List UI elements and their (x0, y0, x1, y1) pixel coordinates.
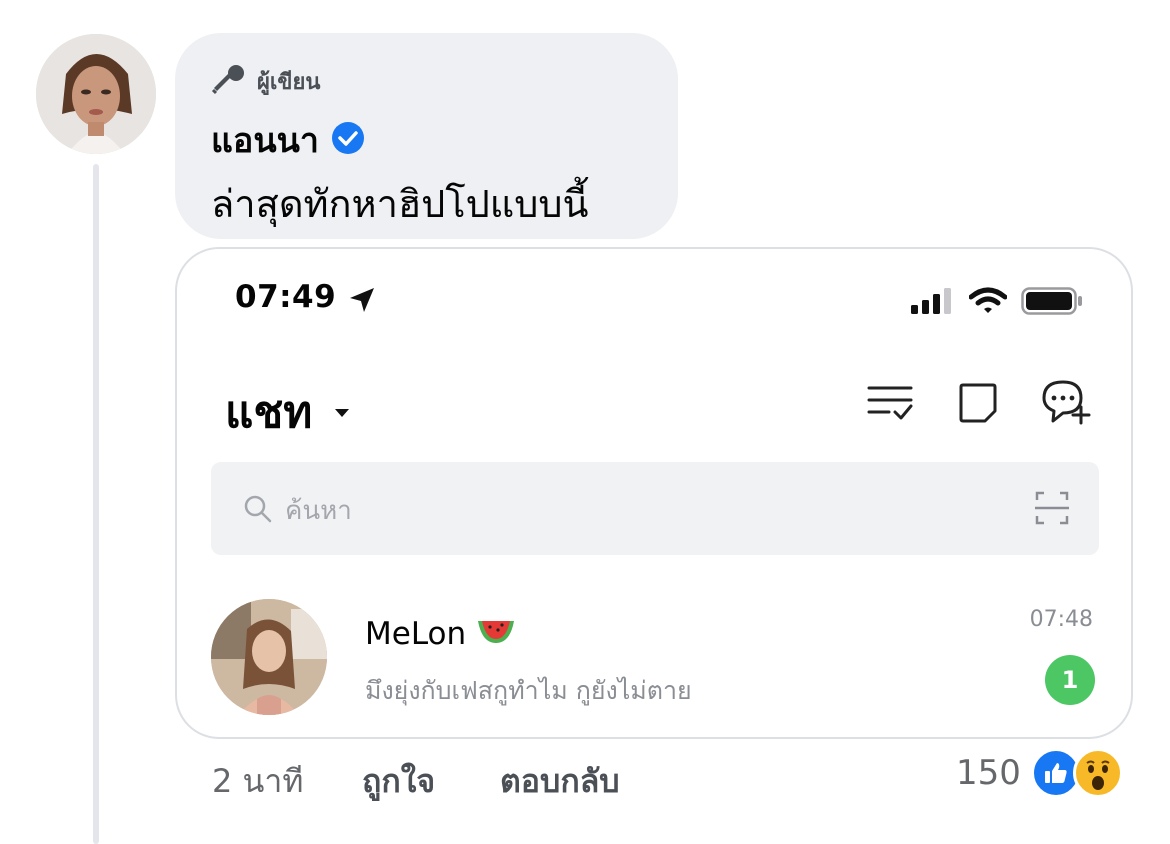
comment-bubble: ผู้เขียน แอนนา ล่าสุดทักหาฮิปโปแบบนี้ (175, 33, 678, 239)
chat-message-preview: มึงยุ่งกับเฟสกูทำไม กูยังไม่ตาย (365, 676, 692, 705)
chat-title: แชท (225, 387, 313, 438)
checklist-icon[interactable] (867, 382, 915, 426)
author-badge-row: ผู้เขียน (211, 63, 320, 99)
chat-avatar (211, 599, 327, 715)
wow-icon (1072, 748, 1123, 798)
battery-icon (1021, 287, 1083, 319)
microphone-icon (211, 63, 247, 99)
location-arrow-icon (347, 285, 377, 319)
commenter-avatar[interactable] (36, 34, 156, 154)
search-placeholder: ค้นหา (285, 496, 352, 526)
caret-down-icon[interactable] (334, 403, 350, 422)
author-name[interactable]: แอนนา (211, 113, 319, 167)
like-button[interactable]: ถูกใจ (362, 756, 435, 807)
attached-screenshot[interactable]: 07:49 แชท ค้นหา MeLon มึงยุ่งกับเฟสกูทำไ… (175, 247, 1133, 739)
chat-timestamp: 07:48 (1029, 607, 1093, 632)
scan-icon[interactable] (1035, 490, 1069, 530)
search-bar[interactable]: ค้นหา (211, 462, 1099, 555)
chat-contact-name-text: MeLon (365, 616, 467, 652)
thread-line (93, 164, 99, 844)
reaction-count: 150 (956, 753, 1021, 793)
comment-text: ล่าสุดทักหาฮิปโปแบบนี้ (211, 182, 589, 226)
chat-list-item[interactable]: MeLon มึงยุ่งกับเฟสกูทำไม กูยังไม่ตาย 07… (211, 599, 1099, 717)
wifi-icon (968, 287, 1008, 319)
signal-icon (911, 288, 955, 318)
search-icon (243, 494, 273, 528)
status-time: 07:49 (235, 279, 337, 315)
new-chat-icon[interactable] (1041, 379, 1091, 429)
comment-timestamp[interactable]: 2 นาที (212, 756, 303, 807)
watermelon-emoji-icon (476, 615, 516, 653)
verified-badge-icon (331, 121, 365, 159)
unread-badge: 1 (1045, 655, 1095, 705)
reactions-summary[interactable]: 150 (956, 748, 1123, 798)
chat-contact-name: MeLon (365, 615, 516, 653)
reply-button[interactable]: ตอบกลับ (500, 756, 620, 807)
author-badge-label: ผู้เขียน (257, 69, 321, 95)
note-icon[interactable] (957, 381, 999, 427)
